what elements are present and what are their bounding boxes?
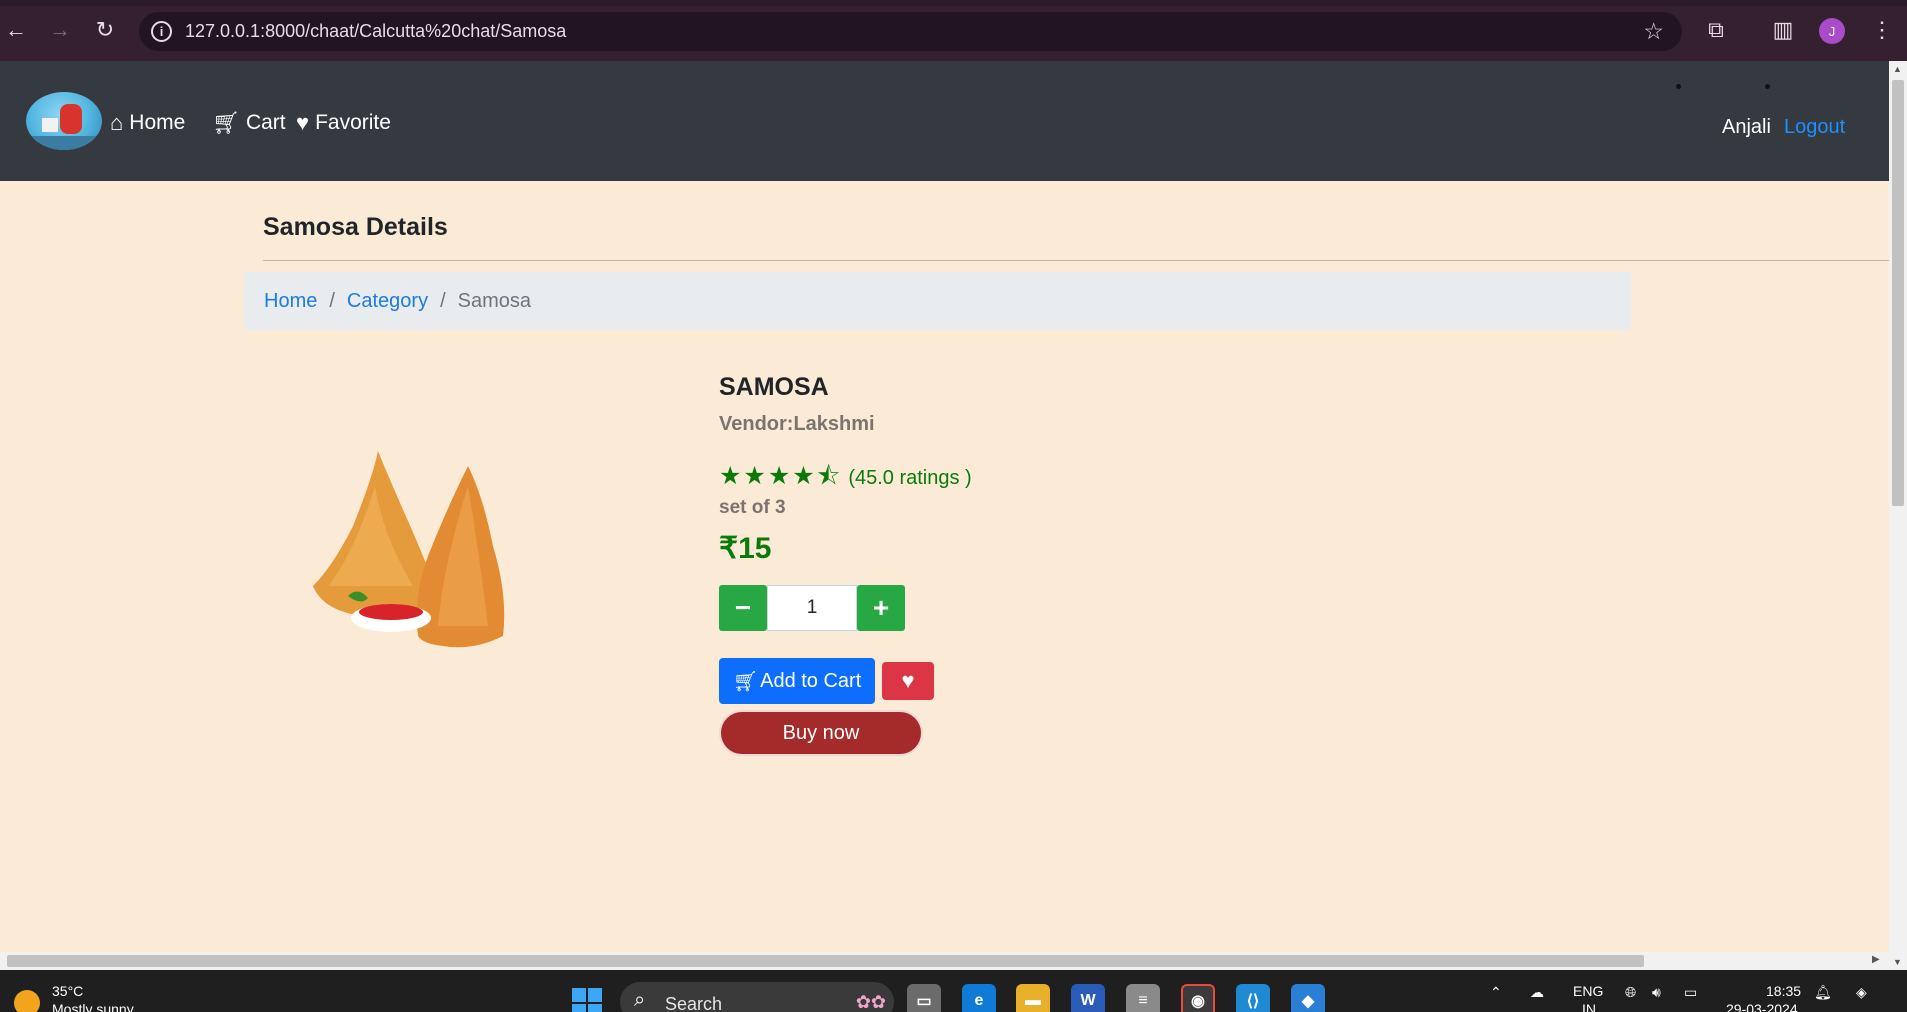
notification-bell-icon[interactable]: 🔔︎ [1814,984,1832,1001]
title-divider [263,260,1889,261]
scroll-up-icon[interactable]: ▲ [1893,64,1902,74]
language-label[interactable]: ENG [1573,983,1603,999]
clock-date[interactable]: 29-03-2024 [1726,1001,1798,1012]
heart-icon: ♥ [296,110,310,135]
breadcrumb-separator: / [440,289,446,312]
browser-toolbar: ← → ↻ i 127.0.0.1:8000/chaat/Calcutta%20… [0,0,1907,61]
bookmark-star-icon[interactable]: ☆ [1643,18,1664,45]
add-to-cart-label: Add to Cart [760,669,862,692]
page-title: Samosa Details [263,213,448,241]
site-logo[interactable] [26,92,102,150]
search-highlight-icon: ✿✿ [855,992,886,1012]
nav-home-link[interactable]: ⌂ Home [110,110,185,136]
quantity-input[interactable] [767,585,857,631]
onedrive-icon[interactable]: ☁ [1530,984,1544,1001]
reload-icon[interactable]: ↻ [89,14,121,46]
favorite-button[interactable]: ♥ [882,662,934,700]
product-image [313,451,505,648]
logout-link[interactable]: Logout [1784,116,1845,139]
star-rating-icon: ★★★★⯪ [719,462,843,490]
weather-temperature[interactable]: 35°C [52,983,83,999]
nav-cart-label: Cart [245,111,286,134]
nav-cart-link[interactable]: 🛒︎ Cart [212,110,286,136]
nav-home-label: Home [129,111,186,134]
username: Anjali [1722,116,1771,138]
taskbar-search-label: Search [665,994,723,1012]
logo-ground [26,136,102,150]
task-view-icon[interactable]: ▭ [907,984,941,1012]
extensions-icon[interactable]: ⧉ [1700,14,1732,46]
scroll-down-icon[interactable]: ▼ [1893,957,1902,967]
site-navbar: ⌂ Home 🛒︎ Cart ♥ Favorite Anjali Logout [0,61,1889,181]
add-to-cart-button[interactable]: 🛒︎ Add to Cart [719,658,875,704]
database-icon[interactable]: ≡ [1126,984,1160,1012]
increment-button[interactable]: + [857,585,905,631]
forward-icon[interactable]: → [44,14,76,46]
breadcrumb-home[interactable]: Home [264,290,317,313]
start-button-icon[interactable] [572,988,602,1012]
profile-avatar[interactable]: J [1819,18,1845,44]
weather-description[interactable]: Mostly sunny [52,1001,134,1012]
pack-size: set of 3 [719,497,786,518]
site-info-icon[interactable]: i [151,21,172,42]
product-name: SAMOSA [719,373,829,401]
volume-icon[interactable]: 🔊︎ [1652,984,1661,1001]
copilot-icon[interactable]: ◈ [1856,984,1867,1001]
logo-rider [60,104,82,134]
app-icon[interactable]: ◆ [1291,984,1325,1012]
breadcrumb-separator: / [329,289,335,312]
tray-overflow-icon[interactable]: ⌃ [1490,984,1502,1001]
chrome-icon[interactable]: ◉ [1181,984,1215,1012]
address-bar[interactable]: i 127.0.0.1:8000/chaat/Calcutta%20chat/S… [139,12,1682,51]
vscode-icon[interactable]: ⟨⟩ [1236,984,1270,1012]
breadcrumb-category[interactable]: Category [347,290,428,313]
home-icon: ⌂ [110,110,124,135]
browser-menu-icon[interactable]: ⋮ [1866,14,1898,46]
breadcrumb-current: Samosa [457,289,532,312]
file-explorer-icon[interactable]: ▬ [1016,984,1050,1012]
product-price: ₹15 [719,532,772,565]
nav-favorite-label: Favorite [315,111,391,134]
vendor-label: Vendor: [719,413,794,435]
search-icon: ⌕ [634,989,646,1011]
heart-icon: ♥ [901,668,915,693]
vertical-scrollbar[interactable]: ▲ ▼ [1889,61,1907,970]
side-panel-icon[interactable]: ▥ [1767,14,1799,46]
cart-icon: 🛒︎ [212,110,240,135]
buy-now-label: Buy now [782,721,860,744]
product-vendor: Vendor:Lakshmi [719,413,875,436]
network-icon[interactable]: 🌐︎ [1625,984,1636,1001]
nav-favorite-link[interactable]: ♥ Favorite [296,110,391,136]
scroll-right-icon[interactable]: ▶ [1872,954,1880,965]
taskbar-search[interactable]: ⌕ Search ✿✿ [620,982,894,1012]
decor-dot [1676,84,1681,89]
chutney [359,604,423,620]
cart-icon: 🛒︎ [732,670,759,693]
quantity-stepper: − + [719,585,905,631]
horizontal-scrollbar[interactable]: ▶ [0,952,1889,970]
region-label[interactable]: IN [1582,1001,1596,1012]
decor-dot [1765,84,1770,89]
clock-time[interactable]: 18:35 [1766,983,1801,999]
tab-strip [0,0,1907,6]
rating: ★★★★⯪ (45.0 ratings ) [719,457,972,500]
decrement-button[interactable]: − [719,585,767,631]
horizontal-scroll-thumb[interactable] [7,955,1644,967]
edge-icon[interactable]: e [962,984,996,1012]
battery-icon[interactable]: ▭ [1684,984,1697,1001]
logo-box [42,118,58,132]
word-icon[interactable]: W [1071,984,1105,1012]
vendor-name: Lakshmi [793,413,875,435]
windows-taskbar: 35°C Mostly sunny ⌕ Search ✿✿ ▭ e ▬ W ≡ … [0,970,1907,1012]
rating-count: (45.0 ratings ) [848,467,972,489]
weather-sun-icon[interactable] [14,990,40,1012]
back-icon[interactable]: ← [0,14,32,46]
breadcrumb: Home / Category / Samosa [244,272,1631,330]
buy-now-button[interactable]: Buy now [719,710,923,756]
url-text[interactable]: 127.0.0.1:8000/chaat/Calcutta%20chat/Sam… [185,21,566,42]
vertical-scroll-thumb[interactable] [1892,80,1904,506]
